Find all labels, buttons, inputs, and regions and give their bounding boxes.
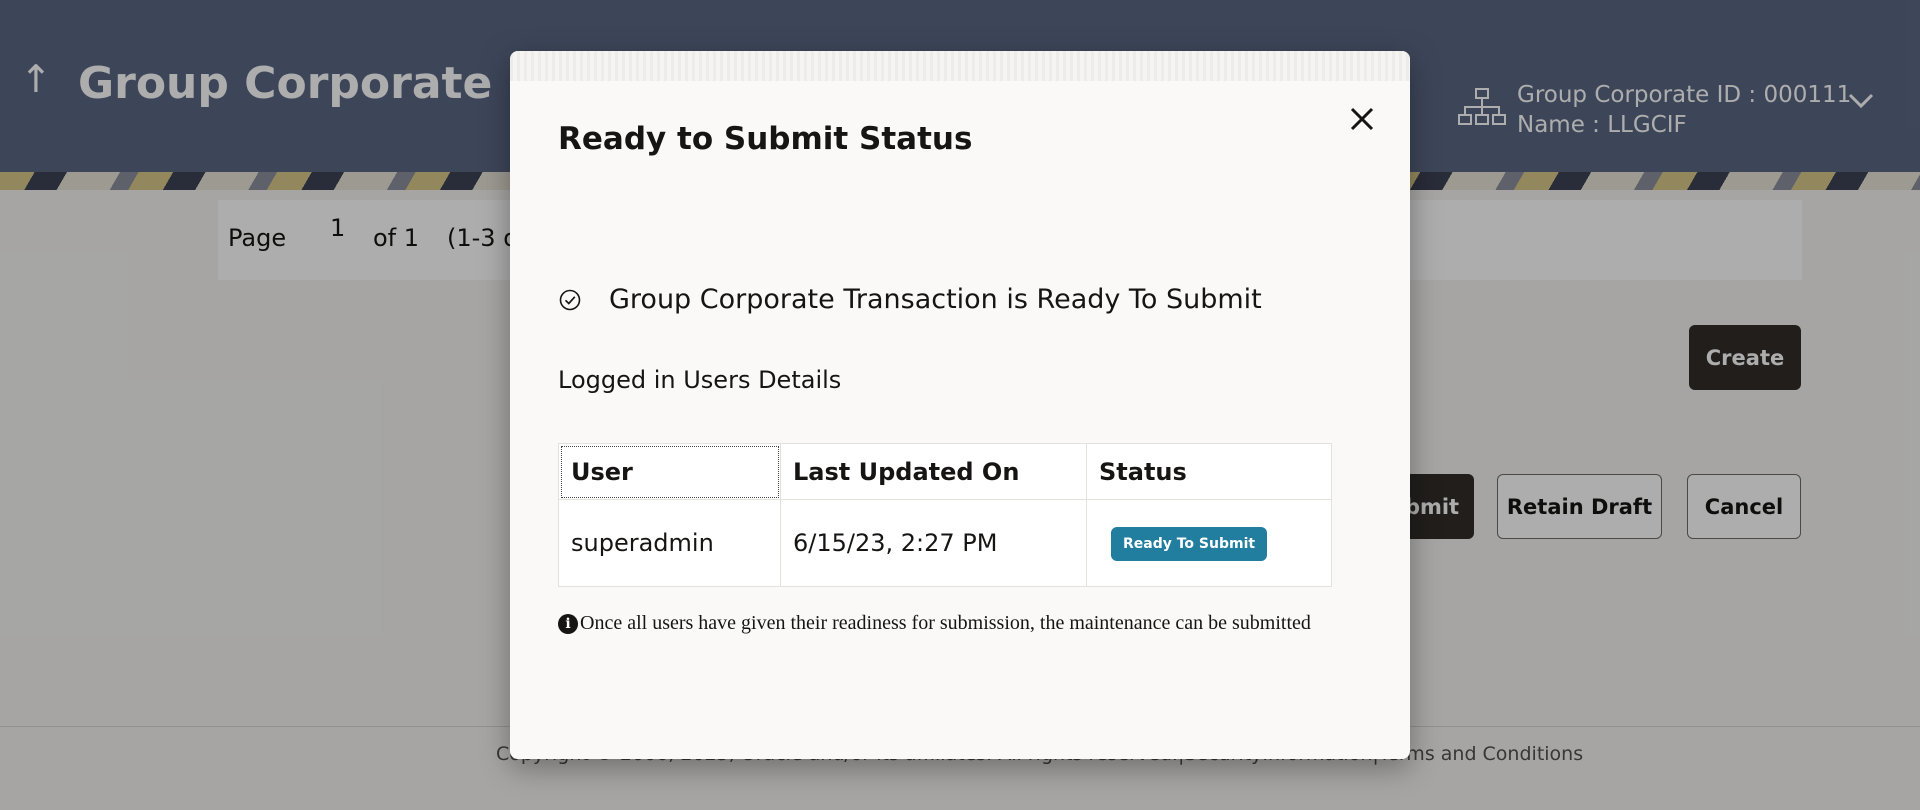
close-button[interactable] xyxy=(1344,101,1380,137)
status-badge: Ready To Submit xyxy=(1111,526,1268,561)
cell-status: Ready To Submit xyxy=(1086,499,1332,587)
check-circle-icon xyxy=(559,289,581,311)
ready-status-message: Group Corporate Transaction is Ready To … xyxy=(609,284,1262,315)
table-header-row: User Last Updated On Status xyxy=(558,443,1332,500)
dialog-pattern-band xyxy=(510,51,1410,81)
table-row: superadmin 6/15/23, 2:27 PM Ready To Sub… xyxy=(558,499,1332,587)
dialog-title: Ready to Submit Status xyxy=(558,121,973,157)
column-header-user[interactable]: User xyxy=(558,443,781,500)
close-icon xyxy=(1350,107,1374,131)
ready-to-submit-dialog: Ready to Submit Status Group Corporate T… xyxy=(510,51,1410,759)
column-header-last-updated[interactable]: Last Updated On xyxy=(780,443,1087,500)
info-icon: i xyxy=(558,613,578,634)
users-status-table: User Last Updated On Status superadmin 6… xyxy=(558,443,1332,587)
info-note: i Once all users have given their readin… xyxy=(558,612,1311,635)
info-note-text: Once all users have given their readines… xyxy=(580,612,1311,634)
column-header-status[interactable]: Status xyxy=(1086,443,1332,500)
cell-last-updated: 6/15/23, 2:27 PM xyxy=(780,499,1087,587)
logged-in-users-heading: Logged in Users Details xyxy=(558,366,842,394)
cell-user: superadmin xyxy=(558,499,781,587)
